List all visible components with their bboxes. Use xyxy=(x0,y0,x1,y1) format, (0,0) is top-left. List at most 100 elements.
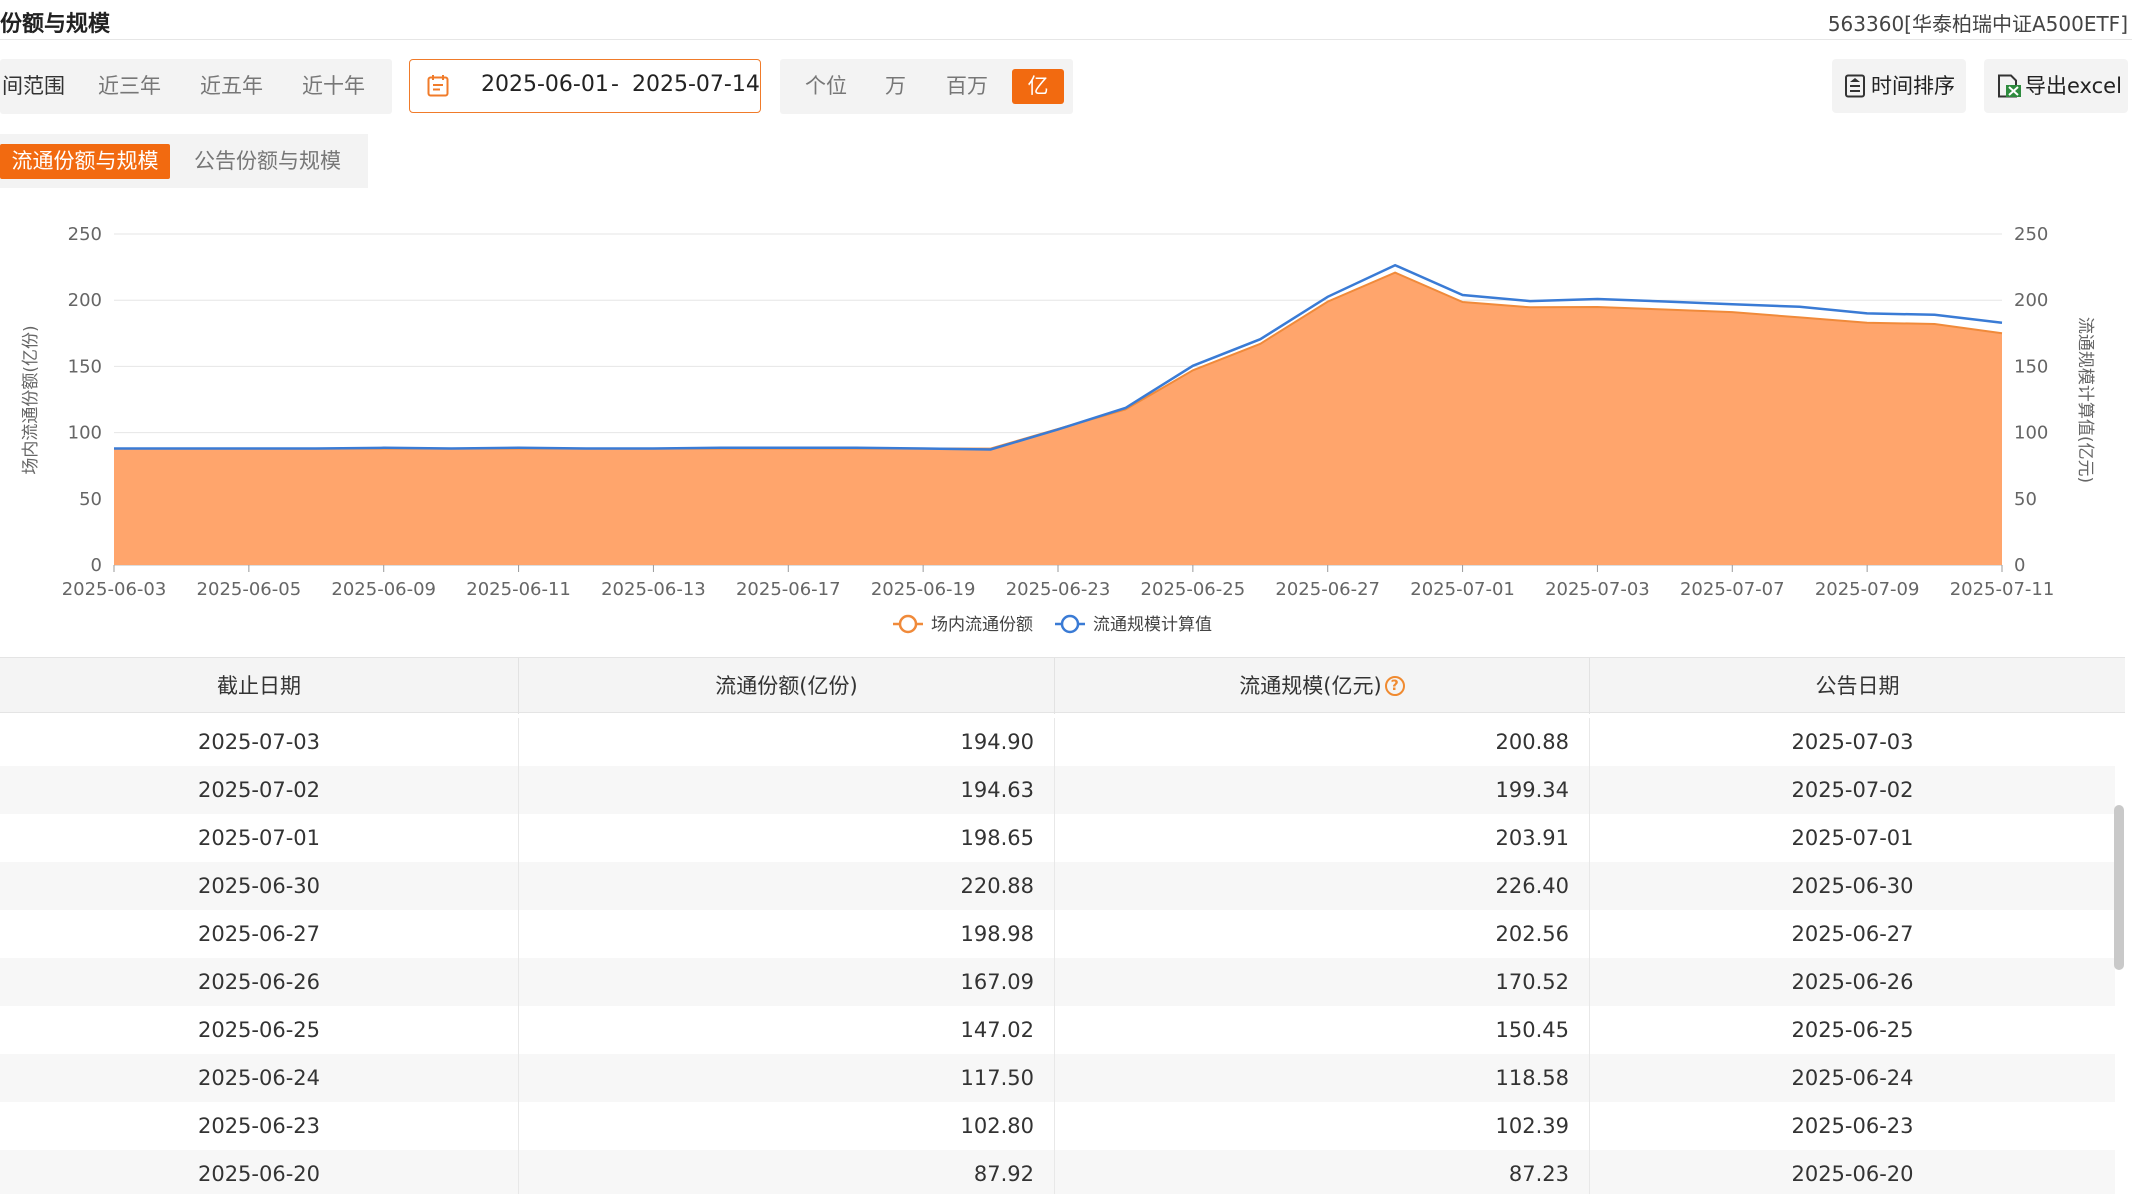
cell-share: 87.92 xyxy=(519,1150,1055,1194)
cell-scale: 200.88 xyxy=(1055,718,1590,766)
x-tick-label: 2025-06-13 xyxy=(601,579,706,600)
cell-announce-date: 2025-07-02 xyxy=(1791,778,1914,802)
cell-date: 2025-06-30 xyxy=(0,862,519,910)
sort-doc-icon xyxy=(1845,74,1865,98)
table-row[interactable]: 2025-06-27 198.98 202.56 2025-06-27 xyxy=(0,910,2115,958)
time-sort-button[interactable]: 时间排序 xyxy=(1832,59,1966,113)
range-3y-button[interactable]: 近三年 xyxy=(98,59,161,114)
date-to-input[interactable]: 2025-07-14 xyxy=(632,72,760,97)
table-row[interactable]: 2025-06-25 147.02 150.45 2025-06-25 xyxy=(0,1006,2115,1054)
calendar-icon xyxy=(427,75,449,97)
date-separator: - xyxy=(611,72,619,97)
legend-marker-scale xyxy=(1060,614,1080,634)
help-icon[interactable]: ? xyxy=(1384,676,1405,696)
cell-date: 2025-07-02 xyxy=(0,766,519,814)
cell-date: 2025-07-03 xyxy=(0,718,519,766)
col-header-date[interactable]: 截止日期 xyxy=(0,658,519,714)
legend-marker-share xyxy=(898,614,918,634)
right-y-tick-label: 150 xyxy=(2014,356,2048,377)
cell-announce-date: 2025-07-03 xyxy=(1791,730,1914,754)
cell-date: 2025-06-23 xyxy=(0,1102,519,1150)
left-y-tick-label: 0 xyxy=(91,555,102,576)
table-row[interactable]: 2025-06-26 167.09 170.52 2025-06-26 xyxy=(0,958,2115,1006)
x-tick-label: 2025-06-17 xyxy=(736,579,841,600)
left-y-axis: 0 50 100 150 200 250 xyxy=(68,224,102,576)
table-row[interactable]: 2025-06-24 117.50 118.58 2025-06-24 xyxy=(0,1054,2115,1102)
cell-scale: 199.34 xyxy=(1055,766,1590,814)
x-tick-label: 2025-06-27 xyxy=(1275,579,1380,600)
right-y-tick-label: 100 xyxy=(2014,423,2048,444)
unit-wan-button[interactable]: 万 xyxy=(885,59,906,114)
right-y-tick-label: 250 xyxy=(2014,224,2048,245)
table-row[interactable]: 2025-07-02 194.63 199.34 2025-07-02 xyxy=(0,766,2115,814)
export-excel-label: 导出excel xyxy=(2025,74,2122,98)
range-label: 间范围 xyxy=(2,74,65,98)
tab-circulating-share[interactable]: 流通份额与规模 xyxy=(0,144,170,179)
cell-announce-date: 2025-07-01 xyxy=(1791,826,1914,850)
unit-yi-button[interactable]: 亿 xyxy=(1012,69,1064,104)
chart-legend[interactable]: 场内流通份额 流通规模计算值 xyxy=(893,614,1212,635)
cell-announce-date: 2025-06-25 xyxy=(1791,1018,1914,1042)
cell-announce-date: 2025-06-23 xyxy=(1791,1114,1914,1138)
unit-million-button[interactable]: 百万 xyxy=(946,59,988,114)
table-header: 截止日期 流通份额(亿份) 流通规模(亿元)? 公告日期 xyxy=(0,657,2125,714)
range-5y-button[interactable]: 近五年 xyxy=(200,59,263,114)
cell-date: 2025-06-24 xyxy=(0,1054,519,1102)
cell-announce-date: 2025-06-20 xyxy=(1791,1162,1914,1186)
x-tick-label: 2025-07-07 xyxy=(1680,579,1785,600)
x-tick-label: 2025-06-19 xyxy=(871,579,976,600)
right-y-axis: 0 50 100 150 200 250 xyxy=(2014,224,2048,576)
left-y-tick-label: 50 xyxy=(79,489,102,510)
cell-share: 220.88 xyxy=(519,862,1055,910)
cell-date: 2025-06-20 xyxy=(0,1150,519,1194)
range-10y-button[interactable]: 近十年 xyxy=(302,59,365,114)
unit-ones-button[interactable]: 个位 xyxy=(805,59,847,114)
x-tick-label: 2025-07-11 xyxy=(1950,579,2055,600)
header-bar: 份额与规模 563360[华泰柏瑞中证A500ETF] xyxy=(0,0,2132,40)
left-y-tick-label: 150 xyxy=(68,356,102,377)
table-row[interactable]: 2025-06-30 220.88 226.40 2025-06-30 xyxy=(0,862,2115,910)
table-row[interactable]: 2025-06-20 87.92 87.23 2025-06-20 xyxy=(0,1150,2115,1194)
cell-scale: 118.58 xyxy=(1055,1054,1590,1102)
table-row[interactable]: 2025-06-23 102.80 102.39 2025-06-23 xyxy=(0,1102,2115,1150)
cell-share: 194.90 xyxy=(519,718,1055,766)
share-area-series xyxy=(114,272,2002,565)
legend-item-share[interactable]: 场内流通份额 xyxy=(893,614,1033,635)
export-excel-button[interactable]: 导出excel xyxy=(1984,59,2128,113)
x-tick-label: 2025-06-05 xyxy=(197,579,302,600)
right-axis-title: 流通规模计算值(亿元) xyxy=(2075,317,2095,483)
cell-announce-date: 2025-06-27 xyxy=(1791,922,1914,946)
excel-export-icon xyxy=(1998,74,2021,98)
x-tick-label: 2025-07-09 xyxy=(1815,579,1920,600)
right-y-tick-label: 0 xyxy=(2014,555,2025,576)
cell-share: 194.63 xyxy=(519,766,1055,814)
tab-announced-share[interactable]: 公告份额与规模 xyxy=(194,144,341,179)
left-y-tick-label: 100 xyxy=(68,423,102,444)
legend-label-scale: 流通规模计算值 xyxy=(1093,615,1212,635)
cell-scale: 202.56 xyxy=(1055,910,1590,958)
cell-date: 2025-07-01 xyxy=(0,814,519,862)
cell-date: 2025-06-26 xyxy=(0,958,519,1006)
cell-announce-date: 2025-06-26 xyxy=(1791,970,1914,994)
unit-selector: 个位 万 百万 亿 xyxy=(780,59,1073,114)
col-header-scale[interactable]: 流通规模(亿元)? xyxy=(1055,658,1590,714)
right-y-tick-label: 50 xyxy=(2014,489,2037,510)
x-tick-label: 2025-06-03 xyxy=(62,579,167,600)
col-header-announce-date[interactable]: 公告日期 xyxy=(1590,658,2125,714)
table-scrollbar[interactable] xyxy=(2114,805,2124,970)
cell-date: 2025-06-25 xyxy=(0,1006,519,1054)
x-tick-label: 2025-07-01 xyxy=(1410,579,1515,600)
legend-label-share: 场内流通份额 xyxy=(931,615,1033,635)
table-row[interactable]: 2025-07-03 194.90 200.88 2025-07-03 xyxy=(0,718,2115,766)
col-header-share[interactable]: 流通份额(亿份) xyxy=(519,658,1055,714)
fund-name: 563360[华泰柏瑞中证A500ETF] xyxy=(1827,12,2128,36)
table-row[interactable]: 2025-07-01 198.65 203.91 2025-07-01 xyxy=(0,814,2115,862)
cell-share: 198.65 xyxy=(519,814,1055,862)
cell-announce-date: 2025-06-24 xyxy=(1791,1066,1914,1090)
date-range-picker[interactable]: 2025-06-01 - 2025-07-14 xyxy=(409,59,761,113)
cell-date: 2025-06-27 xyxy=(0,910,519,958)
date-from-input[interactable]: 2025-06-01 xyxy=(481,72,609,97)
cell-share: 102.80 xyxy=(519,1102,1055,1150)
cell-share: 117.50 xyxy=(519,1054,1055,1102)
legend-item-scale[interactable]: 流通规模计算值 xyxy=(1055,614,1212,635)
